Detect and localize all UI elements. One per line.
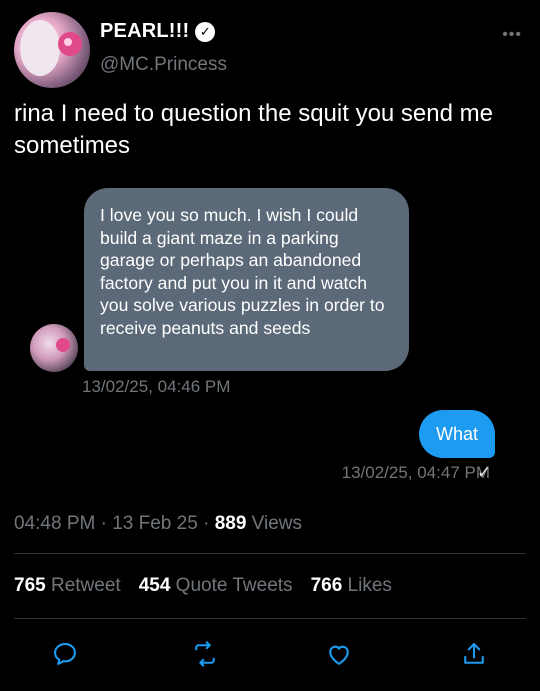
verified-icon: ✓ xyxy=(195,21,216,42)
quotes-count: 454 xyxy=(138,575,171,596)
meta-separator: · xyxy=(95,513,113,534)
divider xyxy=(14,618,526,619)
divider xyxy=(14,553,526,554)
profile-name[interactable]: PEARL!!! xyxy=(100,20,189,43)
profile-name-row: PEARL!!! ✓ xyxy=(100,20,216,43)
quotes-label: Quote Tweets xyxy=(175,575,293,596)
profile-avatar[interactable] xyxy=(14,12,90,88)
views-label: Views xyxy=(251,513,303,534)
likes-label: Likes xyxy=(347,575,392,596)
dm-avatar-bow-shape xyxy=(56,338,70,352)
retweets-label: Retweet xyxy=(50,575,121,596)
views-count: 889 xyxy=(214,513,247,534)
likes-count: 766 xyxy=(310,575,343,596)
avatar-dot-shape xyxy=(64,38,72,46)
received-message-bubble: I love you so much. I wish I could build… xyxy=(84,188,409,371)
received-message-timestamp: 13/02/25, 04:46 PM xyxy=(82,377,231,396)
more-icon[interactable]: ••• xyxy=(502,26,522,44)
retweets-stat[interactable]: 765 Retweet xyxy=(14,575,121,597)
action-bar xyxy=(0,634,540,674)
retweets-count: 765 xyxy=(14,575,46,596)
sent-message-timestamp: 13/02/25, 04:47 PM xyxy=(341,463,490,482)
tweet-text: rina I need to question the squit you se… xyxy=(14,100,493,159)
sent-status-check-icon: ✓ xyxy=(477,463,492,482)
quotes-stat[interactable]: 454 Quote Tweets xyxy=(139,575,293,597)
avatar-hair-shape xyxy=(20,20,60,76)
like-icon[interactable] xyxy=(319,634,359,674)
dm-sender-avatar xyxy=(30,324,78,372)
meta-separator: · xyxy=(197,513,215,534)
sent-message-bubble: What xyxy=(419,410,495,458)
tweet-stats: 765 Retweet 454 Quote Tweets 766 Likes xyxy=(14,575,392,597)
reply-icon[interactable] xyxy=(45,634,85,674)
profile-handle[interactable]: @MC.Princess xyxy=(100,54,227,76)
likes-stat[interactable]: 766 Likes xyxy=(311,575,392,597)
tweet-time: 04:48 PM xyxy=(14,513,96,534)
retweet-icon[interactable] xyxy=(185,634,225,674)
tweet-date: 13 Feb 25 xyxy=(112,513,198,534)
tweet-meta: 04:48 PM · 13 Feb 25 · 889 Views xyxy=(14,513,302,535)
share-icon[interactable] xyxy=(454,634,494,674)
